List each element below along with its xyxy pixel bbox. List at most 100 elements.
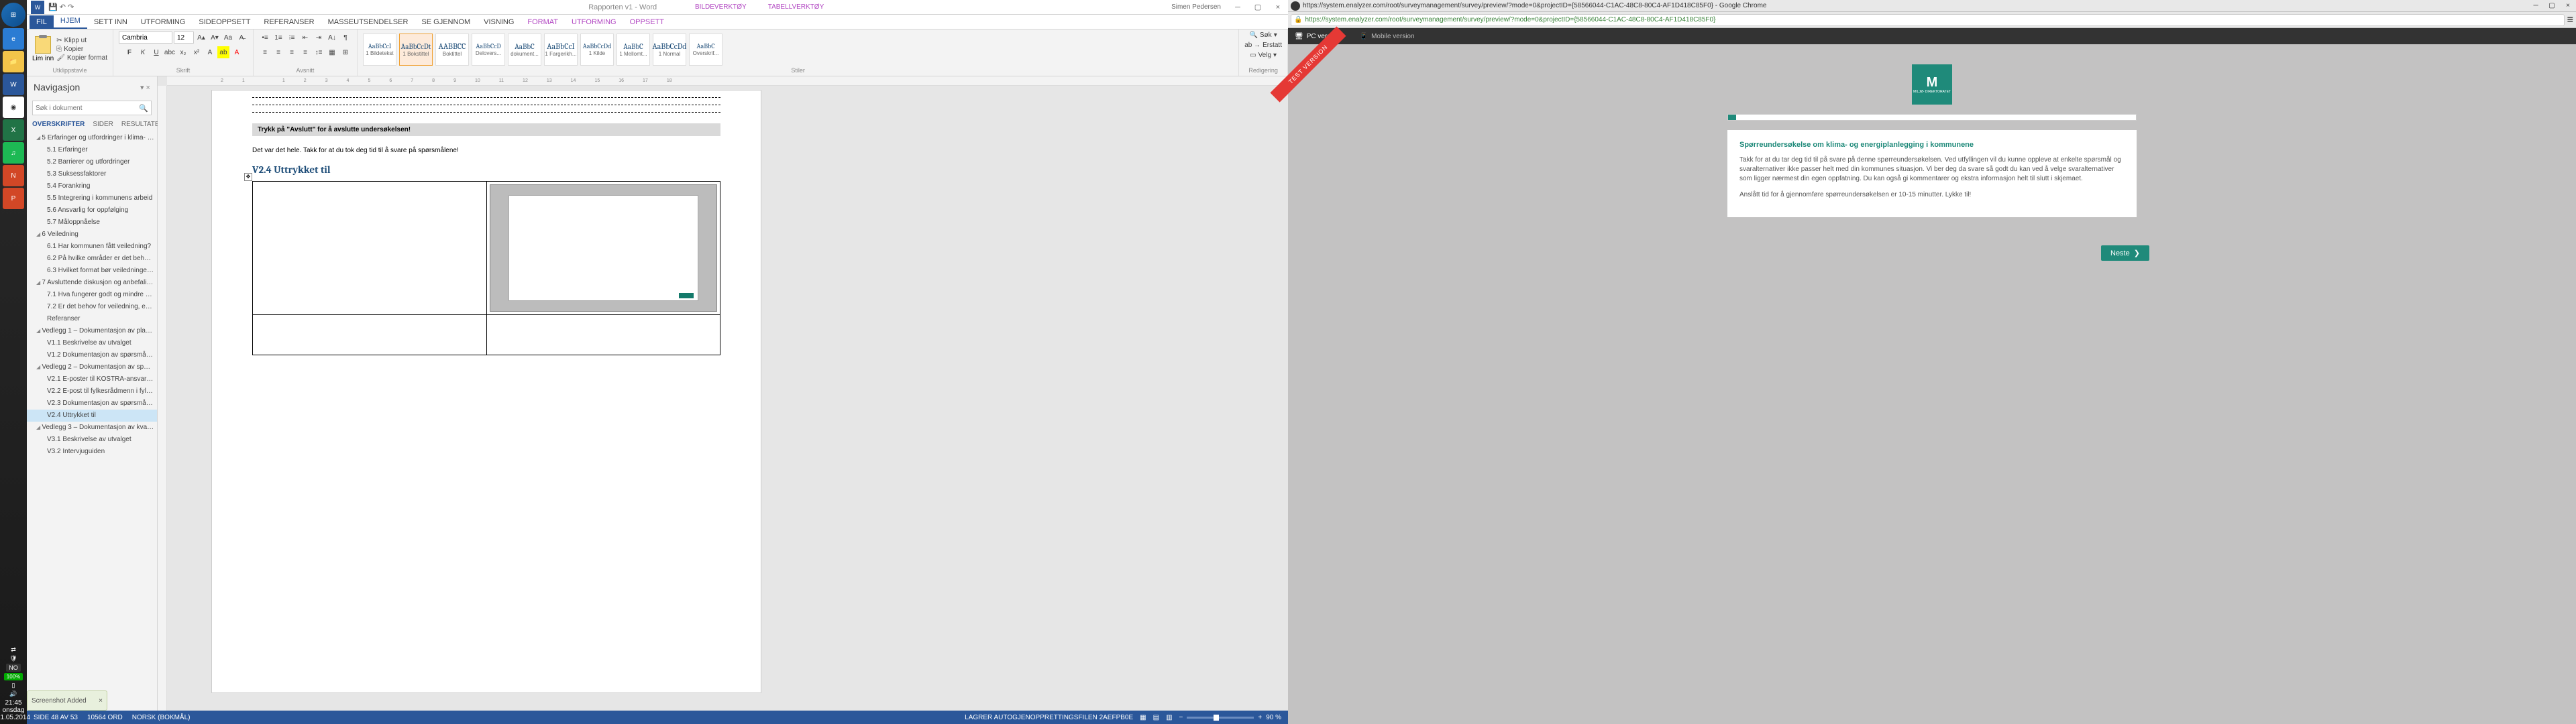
- increase-indent-button[interactable]: ⇥: [313, 32, 325, 44]
- copy-button[interactable]: ⎘ Kopier: [56, 46, 107, 53]
- subscript-button[interactable]: x₂: [177, 46, 189, 58]
- qat-save-icon[interactable]: 💾: [48, 3, 58, 11]
- tray-battery[interactable]: 100%: [4, 673, 23, 680]
- align-left-button[interactable]: ≡: [259, 46, 271, 58]
- zoom-level[interactable]: 90 %: [1266, 714, 1281, 721]
- nav-heading-item[interactable]: 5 Erfaringer og utfordringer i klima- og…: [27, 132, 157, 144]
- tab-format[interactable]: FORMAT: [521, 15, 565, 29]
- format-painter-button[interactable]: 🖌 Kopier format: [56, 54, 107, 62]
- font-name-input[interactable]: [119, 32, 172, 44]
- tab-mailings[interactable]: MASSEUTSENDELSER: [321, 15, 415, 29]
- select-button[interactable]: ▭ Velg ▾: [1250, 52, 1277, 59]
- screenshot-notification[interactable]: Screenshot Added×: [27, 690, 107, 711]
- style-item[interactable]: AaBbC1 Mellomt...: [616, 34, 650, 66]
- search-icon[interactable]: 🔍: [139, 104, 148, 113]
- taskbar-explorer[interactable]: 📁: [3, 51, 24, 72]
- cut-button[interactable]: ✂ Klipp ut: [56, 37, 107, 44]
- italic-button[interactable]: K: [137, 46, 149, 58]
- horizontal-ruler[interactable]: 21123456789101112131415161718: [167, 76, 1288, 86]
- nav-heading-item[interactable]: 6 Veiledning: [27, 229, 157, 241]
- tray-clock[interactable]: 21:45 onsdag 21.05.2014: [0, 699, 30, 721]
- nav-heading-item[interactable]: 5.5 Integrering i kommunens arbeid: [27, 192, 157, 204]
- maximize-button[interactable]: ▢: [1248, 0, 1268, 15]
- tab-layout[interactable]: SIDEOPPSETT: [192, 15, 257, 29]
- zoom-out-icon[interactable]: −: [1179, 714, 1183, 721]
- shading-button[interactable]: ▦: [326, 46, 338, 58]
- chrome-maximize-button[interactable]: ▢: [2544, 0, 2560, 12]
- document-area[interactable]: 21123456789101112131415161718 Trykk på "…: [158, 76, 1288, 711]
- style-item[interactable]: AaBbCdokument...: [508, 34, 541, 66]
- align-right-button[interactable]: ≡: [286, 46, 298, 58]
- paste-button[interactable]: Lim inn: [32, 36, 54, 62]
- taskbar-ie[interactable]: e: [3, 28, 24, 50]
- nav-heading-item[interactable]: V2.1 E-poster til KOSTRA-ansvarlige og r…: [27, 373, 157, 385]
- close-button[interactable]: ×: [1268, 0, 1288, 15]
- nav-heading-item[interactable]: 5.7 Måloppnåelse: [27, 217, 157, 229]
- table-move-handle[interactable]: ✥: [244, 173, 252, 181]
- chrome-close-button[interactable]: ×: [2560, 0, 2576, 12]
- nav-heading-item[interactable]: 6.1 Har kommunen fått veiledning?: [27, 241, 157, 253]
- taskbar-onenote[interactable]: N: [3, 165, 24, 186]
- taskbar-excel[interactable]: X: [3, 119, 24, 141]
- tray-shield-icon[interactable]: 🛡: [9, 655, 17, 662]
- status-words[interactable]: 10564 ORD: [87, 714, 123, 721]
- nav-heading-item[interactable]: 5.1 Erfaringer: [27, 144, 157, 156]
- qat-redo-icon[interactable]: ↷: [68, 3, 74, 11]
- user-name[interactable]: Simen Pedersen: [1171, 3, 1221, 11]
- multilevel-button[interactable]: ⁝≡: [286, 32, 298, 44]
- minimize-button[interactable]: ─: [1228, 0, 1248, 15]
- nav-heading-item[interactable]: V1.2 Dokumentasjon av spørsmålene: [27, 349, 157, 361]
- doc-table[interactable]: [252, 181, 720, 355]
- styles-gallery[interactable]: AaBbCcI1 BildetekstAaBbCcDt1 BokstittelA…: [363, 32, 1233, 67]
- nav-heading-item[interactable]: 5.3 Suksessfaktorer: [27, 168, 157, 180]
- sort-button[interactable]: A↓: [326, 32, 338, 44]
- style-item[interactable]: AaBbCcI1 Bildetekst: [363, 34, 396, 66]
- text-effects-button[interactable]: A: [204, 46, 216, 58]
- start-button[interactable]: ⊞: [1, 3, 25, 27]
- grow-font-button[interactable]: A▴: [195, 32, 207, 44]
- nav-heading-item[interactable]: 7 Avsluttende diskusjon og anbefalinger: [27, 277, 157, 289]
- nav-heading-item[interactable]: V3.1 Beskrivelse av utvalget: [27, 434, 157, 446]
- clear-formatting-button[interactable]: A̶: [235, 32, 248, 44]
- nav-heading-item[interactable]: 5.4 Forankring: [27, 180, 157, 192]
- shrink-font-button[interactable]: A▾: [209, 32, 221, 44]
- nav-heading-item[interactable]: V2.2 E-post til fylkesrådmenn i fylkesko…: [27, 385, 157, 398]
- tray-language[interactable]: NO: [6, 664, 21, 672]
- taskbar-chrome[interactable]: ◉: [3, 97, 24, 118]
- nav-heading-item[interactable]: Referanser: [27, 313, 157, 325]
- close-icon[interactable]: ×: [99, 697, 103, 705]
- nav-heading-item[interactable]: V2.4 Uttrykket til: [27, 410, 157, 422]
- underline-button[interactable]: U: [150, 46, 162, 58]
- tab-review[interactable]: SE GJENNOM: [415, 15, 477, 29]
- superscript-button[interactable]: x²: [191, 46, 203, 58]
- nav-heading-item[interactable]: Vedlegg 1 – Dokumentasjon av planjgennom…: [27, 325, 157, 337]
- line-spacing-button[interactable]: ↕≡: [313, 46, 325, 58]
- tray-volume-icon[interactable]: 🔊: [9, 690, 17, 698]
- find-button[interactable]: 🔍 Søk ▾: [1249, 32, 1277, 39]
- highlight-button[interactable]: ab: [217, 46, 229, 58]
- show-marks-button[interactable]: ¶: [339, 32, 352, 44]
- vertical-ruler[interactable]: [158, 86, 167, 711]
- numbering-button[interactable]: 1≡: [272, 32, 284, 44]
- nav-tab-pages[interactable]: SIDER: [93, 121, 113, 128]
- taskbar-spotify[interactable]: ♫: [3, 142, 24, 164]
- nav-heading-item[interactable]: Vedlegg 3 – Dokumentasjon av kvalitative…: [27, 422, 157, 434]
- nav-heading-item[interactable]: 7.2 Er det behov for veiledning, eventue…: [27, 301, 157, 313]
- nav-search[interactable]: 🔍: [32, 101, 152, 115]
- embedded-screenshot[interactable]: [490, 184, 718, 312]
- align-center-button[interactable]: ≡: [272, 46, 284, 58]
- font-size-input[interactable]: [174, 32, 194, 44]
- nav-heading-item[interactable]: 5.2 Barrierer og utfordringer: [27, 156, 157, 168]
- taskbar-word[interactable]: W: [3, 74, 24, 95]
- bold-button[interactable]: F: [123, 46, 136, 58]
- style-item[interactable]: AaBbCcI1 Fargerikh...: [544, 34, 578, 66]
- tab-insert[interactable]: SETT INN: [87, 15, 134, 29]
- replace-button[interactable]: ab → Erstatt: [1244, 42, 1282, 49]
- mobile-version-tab[interactable]: 📱 Mobile version: [1360, 33, 1415, 40]
- nav-heading-item[interactable]: 5.6 Ansvarlig for oppfølging: [27, 204, 157, 217]
- nav-tab-headings[interactable]: OVERSKRIFTER: [32, 121, 85, 128]
- nav-heading-item[interactable]: 6.2 På hvilke områder er det behov for b…: [27, 253, 157, 265]
- chrome-menu-icon[interactable]: ≡: [2567, 14, 2573, 26]
- view-read-icon[interactable]: ▤: [1153, 714, 1159, 721]
- nav-heading-item[interactable]: V2.3 Dokumentasjon av spørsmålene: [27, 398, 157, 410]
